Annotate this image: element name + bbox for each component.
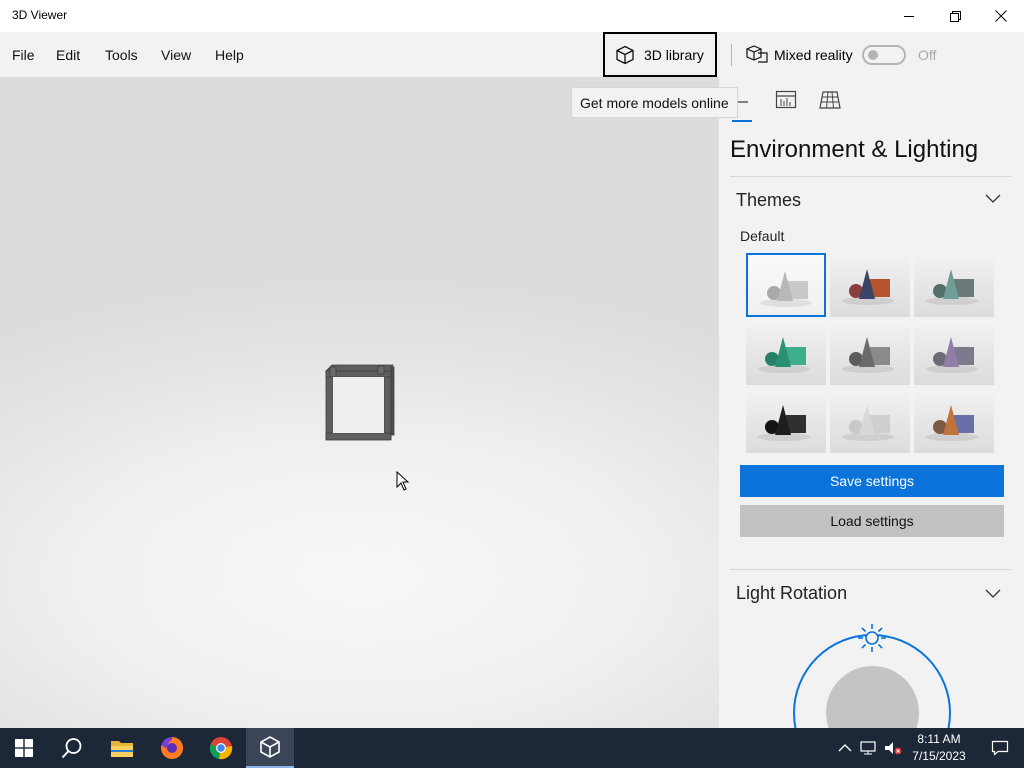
- start-button[interactable]: [0, 728, 48, 768]
- 3d-library-button[interactable]: 3D library: [603, 32, 717, 77]
- firefox-icon: [161, 736, 184, 759]
- taskbar-clock[interactable]: 8:11 AM 7/15/2023: [908, 731, 970, 765]
- cube-icon: [616, 45, 634, 64]
- theme-preview-icon: [842, 337, 894, 373]
- stats-icon: [775, 90, 797, 109]
- theme-preview-icon: [926, 337, 978, 373]
- theme-preview-icon: [842, 269, 894, 305]
- restore-button[interactable]: [932, 0, 978, 32]
- mixed-reality-label: Mixed reality: [774, 47, 853, 63]
- chevron-down-icon[interactable]: [985, 194, 1001, 204]
- sun-icon[interactable]: [856, 622, 888, 654]
- theme-swatch-default[interactable]: [746, 253, 826, 317]
- chrome-icon: [209, 737, 233, 760]
- toolbar-divider: [731, 44, 732, 66]
- themes-section-title[interactable]: Themes: [736, 190, 801, 211]
- search-icon: [61, 738, 82, 759]
- network-icon[interactable]: [860, 741, 876, 755]
- menu-help[interactable]: Help: [215, 47, 244, 63]
- close-button[interactable]: [978, 0, 1024, 32]
- theme-grid: [746, 253, 995, 453]
- theme-preview-icon: [758, 337, 810, 373]
- theme-swatch-light[interactable]: [830, 389, 910, 453]
- minimize-icon: [904, 16, 914, 17]
- theme-swatch-sunset[interactable]: [914, 389, 994, 453]
- clock-date: 7/15/2023: [912, 749, 966, 763]
- notifications-button[interactable]: [976, 728, 1024, 768]
- menu-edit[interactable]: Edit: [56, 47, 80, 63]
- close-icon: [995, 10, 1007, 22]
- divider: [730, 569, 1011, 570]
- theme-swatch-green[interactable]: [746, 321, 826, 385]
- search-button[interactable]: [48, 728, 96, 768]
- menu-view[interactable]: View: [161, 47, 191, 63]
- theme-swatch-teal[interactable]: [914, 253, 994, 317]
- 3d-viewer-icon: [260, 736, 280, 758]
- tab-grid[interactable]: [819, 90, 841, 115]
- 3d-library-label: 3D library: [644, 46, 704, 63]
- taskbar: 8:11 AM 7/15/2023: [0, 728, 1024, 768]
- environment-panel: Environment & Lighting Themes Default Sa…: [719, 77, 1024, 728]
- mixed-reality-state: Off: [918, 47, 937, 63]
- minimize-button[interactable]: [886, 0, 932, 32]
- theme-preview-icon: [842, 405, 894, 441]
- chevron-down-icon[interactable]: [985, 589, 1001, 599]
- taskbar-chrome[interactable]: [197, 728, 245, 768]
- clock-time: 8:11 AM: [917, 732, 961, 746]
- light-rotation-title[interactable]: Light Rotation: [736, 583, 847, 604]
- mixed-reality-icon: [746, 45, 768, 63]
- 3d-viewport[interactable]: [0, 77, 719, 728]
- selected-theme-label: Default: [740, 228, 785, 244]
- system-tray: [838, 728, 902, 768]
- theme-swatch-warm[interactable]: [830, 253, 910, 317]
- grid-icon: [819, 91, 841, 109]
- menu-file[interactable]: File: [12, 47, 35, 63]
- theme-preview-icon: [926, 269, 978, 305]
- notification-icon: [991, 740, 1009, 756]
- volume-muted-icon[interactable]: [884, 741, 902, 755]
- windows-start-icon: [15, 739, 33, 757]
- save-settings-button[interactable]: Save settings: [740, 465, 1004, 497]
- theme-preview-icon: [758, 405, 810, 441]
- wireframe-cube-model[interactable]: [320, 363, 398, 443]
- title-bar: 3D Viewer: [0, 0, 1024, 32]
- toggle-knob: [868, 50, 878, 60]
- divider: [730, 176, 1011, 177]
- chevron-up-icon[interactable]: [838, 743, 852, 753]
- tooltip: Get more models online: [571, 87, 738, 118]
- menu-tools[interactable]: Tools: [105, 47, 138, 63]
- file-explorer-icon: [111, 741, 133, 757]
- panel-title: Environment & Lighting: [730, 136, 979, 163]
- mixed-reality-toggle[interactable]: [862, 45, 906, 65]
- tab-stats[interactable]: [775, 90, 797, 115]
- window-title: 3D Viewer: [12, 8, 68, 22]
- load-settings-button[interactable]: Load settings: [740, 505, 1004, 537]
- mouse-cursor-icon: [396, 471, 410, 491]
- theme-swatch-dark[interactable]: [746, 389, 826, 453]
- theme-preview-icon: [760, 271, 812, 307]
- restore-icon: [949, 10, 961, 22]
- theme-preview-icon: [926, 405, 978, 441]
- taskbar-3d-viewer[interactable]: [246, 728, 294, 768]
- tooltip-text: Get more models online: [580, 94, 729, 111]
- theme-swatch-purple[interactable]: [914, 321, 994, 385]
- taskbar-firefox[interactable]: [148, 728, 196, 768]
- taskbar-file-explorer[interactable]: [98, 728, 146, 768]
- theme-swatch-gray[interactable]: [830, 321, 910, 385]
